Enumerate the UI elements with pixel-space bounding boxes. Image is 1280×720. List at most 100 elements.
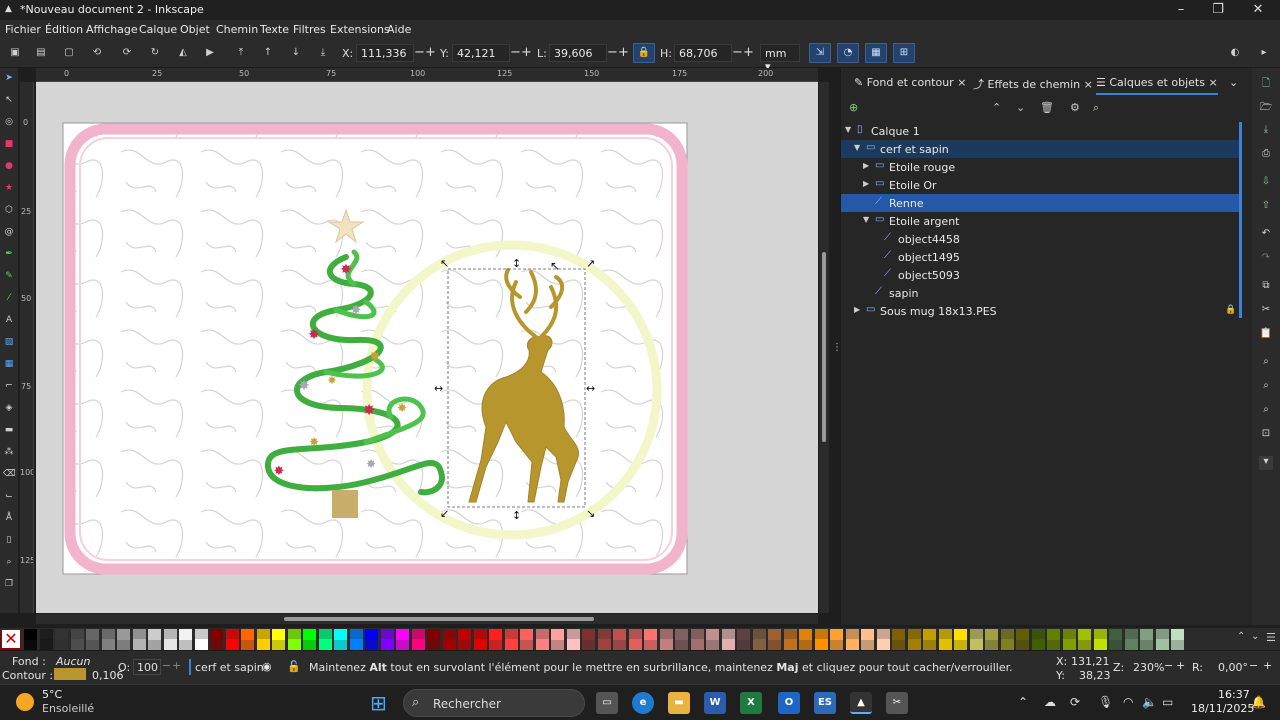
color-swatch[interactable]	[845, 629, 859, 640]
zoom-plus-button[interactable]: +	[1176, 659, 1185, 672]
scale-stroke-icon[interactable]: ⇲	[809, 43, 831, 63]
rotation-minus-button[interactable]: −	[1249, 659, 1258, 672]
color-swatch[interactable]	[318, 629, 332, 640]
pages-tool-icon[interactable]: ▯	[3, 534, 15, 546]
3d-box-tool-icon[interactable]: ⬡	[3, 204, 15, 216]
color-swatch[interactable]	[101, 629, 115, 640]
color-swatch[interactable]	[489, 639, 502, 650]
zoom-minus-button[interactable]: −	[1164, 659, 1173, 672]
menu-chemin[interactable]: Chemin	[216, 23, 258, 36]
wifi-icon[interactable]: ◠	[1123, 695, 1133, 709]
paint-bucket-tool-icon[interactable]: ◈	[3, 402, 15, 414]
color-swatch[interactable]	[210, 639, 223, 650]
height-minus-button[interactable]: −	[732, 45, 743, 60]
lower-to-bottom-icon[interactable]: ⤓	[316, 46, 330, 60]
color-swatch[interactable]	[628, 629, 642, 640]
color-swatch[interactable]	[969, 639, 983, 650]
color-swatch[interactable]	[876, 629, 890, 640]
color-swatch[interactable]	[938, 629, 952, 640]
menu-filtres[interactable]: Filtres	[293, 23, 326, 36]
menu-aide[interactable]: Aide	[387, 23, 411, 36]
horizontal-ruler[interactable]: 0 25 50 75 100 125 150 175 200	[36, 68, 818, 82]
microphone-icon[interactable]: 🎙	[1098, 695, 1113, 709]
vertical-scroll-thumb[interactable]	[822, 252, 826, 442]
color-swatch[interactable]	[272, 639, 285, 650]
overflow-arrow-icon[interactable]: ▸	[1257, 46, 1271, 60]
y-minus-button[interactable]: −	[510, 45, 521, 60]
menu-fichier[interactable]: Fichier	[5, 23, 41, 36]
color-swatch[interactable]	[349, 629, 363, 640]
es-app-icon[interactable]: ES	[814, 692, 836, 714]
color-swatch[interactable]	[380, 629, 394, 640]
tab-path-effects[interactable]: ⤴ Effets de chemin ×	[973, 76, 1093, 92]
color-swatch[interactable]	[148, 639, 161, 650]
lower-icon[interactable]: ↓	[289, 46, 303, 60]
color-swatch[interactable]	[396, 639, 409, 650]
snipping-tool-icon[interactable]: ✂	[886, 692, 908, 714]
visibility-eye-icon[interactable]: ◉	[262, 660, 272, 673]
color-swatch[interactable]	[1093, 629, 1107, 640]
clock-time[interactable]: 16:37	[1218, 688, 1250, 701]
color-swatch[interactable]	[411, 629, 425, 640]
more-commands-icon[interactable]: ▾	[1259, 456, 1273, 470]
menu-affichage[interactable]: Affichage	[86, 23, 138, 36]
print-icon[interactable]: ⎙	[1259, 148, 1273, 162]
color-swatch[interactable]	[675, 639, 688, 650]
color-swatch[interactable]	[194, 629, 208, 640]
color-swatch[interactable]	[179, 639, 192, 650]
color-swatch[interactable]	[690, 639, 704, 650]
color-swatch[interactable]	[969, 629, 983, 640]
calligraphy-tool-icon[interactable]: ⁄	[3, 292, 15, 304]
color-swatch[interactable]	[830, 639, 843, 650]
open-icon[interactable]: 🗁	[1259, 100, 1273, 114]
color-swatch[interactable]	[1031, 639, 1045, 650]
color-swatch[interactable]	[892, 639, 905, 650]
eraser-alt-tool-icon[interactable]: ⌫	[3, 468, 16, 480]
color-swatch[interactable]	[768, 639, 781, 650]
move-patterns-icon[interactable]: ⊞	[893, 43, 915, 63]
layer-row[interactable]: ⟋ object1495	[841, 248, 1241, 266]
color-swatch[interactable]	[334, 639, 347, 650]
color-swatch[interactable]	[256, 639, 270, 650]
color-swatch[interactable]	[845, 639, 859, 650]
color-swatch[interactable]	[613, 639, 626, 650]
color-swatch[interactable]	[39, 629, 53, 640]
y-field[interactable]: 42,121	[452, 44, 510, 62]
outlook-icon[interactable]: O	[778, 692, 800, 714]
color-swatch[interactable]	[783, 629, 797, 640]
menu-extensions[interactable]: Extensions	[330, 23, 390, 36]
text-tool-icon[interactable]: A	[3, 314, 15, 326]
color-swatch[interactable]	[101, 639, 115, 650]
color-swatch[interactable]	[737, 639, 750, 650]
menu-edition[interactable]: Édition	[45, 23, 83, 36]
color-swatch[interactable]	[318, 639, 332, 650]
color-swatch[interactable]	[1155, 639, 1169, 650]
color-swatch[interactable]	[721, 639, 735, 650]
pen-tool-icon[interactable]: ✒	[3, 248, 15, 260]
color-swatch[interactable]	[907, 629, 921, 640]
color-swatch[interactable]	[551, 639, 564, 650]
tab-layers-objects[interactable]: ☰ Calques et objets ×	[1096, 76, 1218, 95]
select-all-icon[interactable]: ▣	[8, 46, 22, 60]
color-swatch[interactable]	[923, 639, 936, 650]
color-swatch[interactable]	[117, 639, 130, 650]
rotate-cw-icon[interactable]: ⟳	[120, 46, 134, 60]
horizontal-scroll-thumb[interactable]	[284, 617, 594, 621]
move-gradients-icon[interactable]: ▦	[865, 43, 887, 63]
cloud-icon[interactable]: ☁	[1044, 695, 1056, 709]
color-swatch[interactable]	[1124, 629, 1138, 640]
color-swatch[interactable]	[1031, 629, 1045, 640]
color-swatch[interactable]	[287, 629, 301, 640]
color-swatch[interactable]	[163, 629, 177, 640]
dropper-tool-icon[interactable]: ⌐	[3, 380, 15, 392]
fill-value[interactable]: Aucun	[56, 655, 91, 668]
x-field[interactable]: 111,336	[356, 44, 414, 62]
color-swatch[interactable]	[1140, 639, 1153, 650]
sync-icon[interactable]: ⟳	[1070, 695, 1080, 709]
windows-start-icon[interactable]: ⊞	[370, 691, 387, 715]
color-swatch[interactable]	[814, 629, 828, 640]
width-plus-button[interactable]: +	[618, 45, 629, 60]
lock-ratio-icon[interactable]: 🔒	[633, 43, 655, 63]
color-swatch[interactable]	[225, 639, 239, 650]
color-swatch[interactable]	[628, 639, 642, 650]
